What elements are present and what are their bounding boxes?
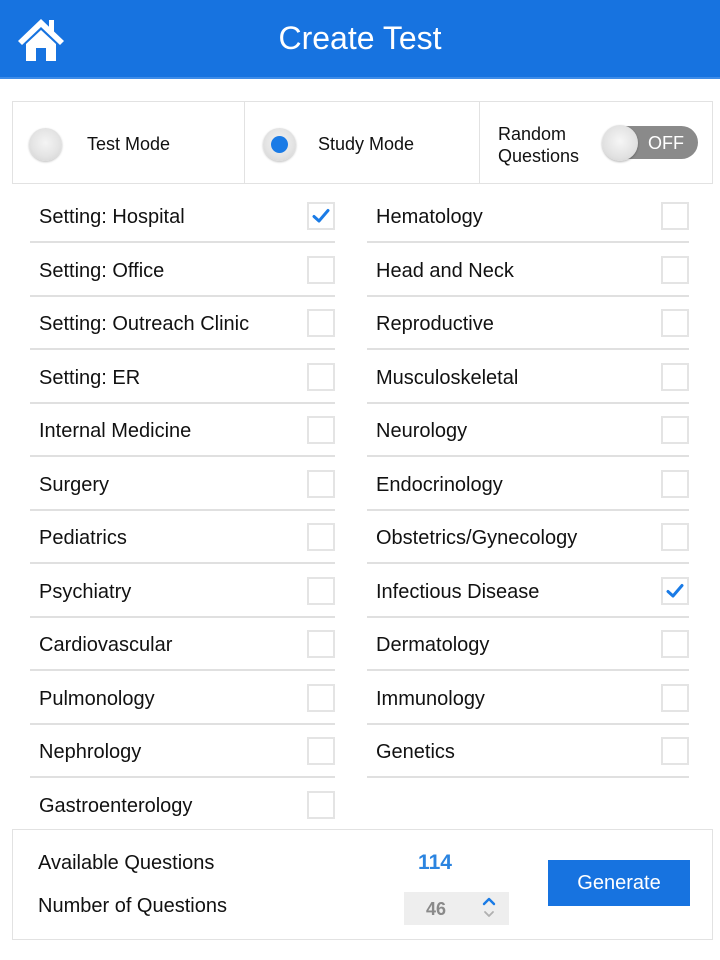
category-checkbox[interactable] <box>307 576 335 605</box>
category-checkbox[interactable] <box>661 523 689 551</box>
category-label: Neurology <box>376 420 468 442</box>
category-row[interactable]: Setting: Hospital <box>30 190 335 243</box>
category-row[interactable]: Head and Neck <box>367 244 689 297</box>
category-checkbox[interactable] <box>307 469 335 498</box>
category-label: Reproductive <box>376 313 494 335</box>
category-row[interactable]: Immunology <box>367 672 689 725</box>
category-row[interactable]: Infectious Disease <box>367 565 689 618</box>
random-label-line2: Questions <box>498 146 580 166</box>
category-label: Surgery <box>39 473 110 496</box>
study-mode-option[interactable]: Study Mode <box>245 102 480 183</box>
generate-button[interactable]: Generate <box>548 860 690 906</box>
category-checkbox[interactable] <box>307 523 335 551</box>
random-questions-option: Random Questions OFF <box>480 102 712 183</box>
category-row[interactable]: Endocrinology <box>367 458 689 511</box>
category-checkbox[interactable] <box>307 362 335 391</box>
category-label: Setting: Office <box>39 259 165 282</box>
category-label: Genetics <box>376 741 455 763</box>
category-checkbox[interactable] <box>661 683 689 712</box>
category-checkbox[interactable] <box>307 737 335 765</box>
category-label: Pulmonology <box>39 687 155 710</box>
category-label: Obstetrics/Gynecology <box>376 527 578 549</box>
category-checkbox[interactable] <box>307 309 335 337</box>
category-label: Endocrinology <box>376 473 503 496</box>
category-row[interactable]: Gastroenterology <box>30 779 335 832</box>
checkmark-icon <box>312 209 330 223</box>
stepper-arrows-icon[interactable] <box>480 895 498 921</box>
category-checkbox[interactable] <box>661 309 689 337</box>
test-mode-option[interactable]: Test Mode <box>13 102 245 183</box>
category-row[interactable]: Neurology <box>367 404 689 457</box>
category-label: Musculoskeletal <box>376 366 519 389</box>
category-checkbox[interactable] <box>307 255 335 284</box>
toggle-knob <box>602 125 638 161</box>
category-label: Dermatology <box>376 634 490 656</box>
category-checkbox[interactable] <box>307 202 335 230</box>
study-mode-radio[interactable] <box>263 128 296 161</box>
category-checkbox[interactable] <box>661 630 689 658</box>
category-row[interactable]: Reproductive <box>367 297 689 350</box>
available-questions-label: Available Questions <box>38 852 215 874</box>
category-label: Cardiovascular <box>39 634 173 656</box>
category-label: Setting: Hospital <box>39 206 185 228</box>
category-label: Head and Neck <box>376 259 514 282</box>
number-of-questions-stepper[interactable]: 46 <box>404 892 509 925</box>
category-checkbox[interactable] <box>661 362 689 391</box>
test-mode-label: Test Mode <box>87 134 171 154</box>
category-checkbox[interactable] <box>307 683 335 712</box>
study-mode-label: Study Mode <box>318 134 415 154</box>
category-label: Gastroenterology <box>39 794 193 817</box>
category-row[interactable]: Dermatology <box>367 618 689 671</box>
category-row[interactable]: Hematology <box>367 190 689 243</box>
number-of-questions-value[interactable]: 46 <box>404 899 468 920</box>
category-checkbox[interactable] <box>661 416 689 444</box>
category-row[interactable]: Pulmonology <box>30 672 335 725</box>
test-mode-radio[interactable] <box>29 128 62 161</box>
category-label: Setting: Outreach Clinic <box>39 313 250 335</box>
header-bar: Create Test <box>0 0 720 79</box>
page-title: Create Test <box>278 20 442 56</box>
category-label: Hematology <box>376 206 483 228</box>
category-row[interactable]: Setting: ER <box>30 351 335 404</box>
category-row[interactable]: Setting: Outreach Clinic <box>30 297 335 350</box>
radio-selected-dot <box>271 136 288 153</box>
category-checkbox[interactable] <box>661 737 689 765</box>
category-label: Infectious Disease <box>376 580 540 603</box>
category-checkbox[interactable] <box>661 576 689 605</box>
category-label: Psychiatry <box>39 580 132 603</box>
category-row[interactable]: Setting: Office <box>30 244 335 297</box>
category-checkbox[interactable] <box>661 469 689 498</box>
category-checkbox[interactable] <box>661 202 689 230</box>
category-checkbox[interactable] <box>307 630 335 658</box>
checkmark-icon <box>666 583 684 597</box>
category-row[interactable]: Obstetrics/Gynecology <box>367 511 689 564</box>
random-questions-label: Random Questions <box>498 123 579 167</box>
mode-selector: Test Mode Study Mode Random Questions OF… <box>12 101 713 184</box>
category-checkbox[interactable] <box>661 255 689 284</box>
category-row[interactable]: Psychiatry <box>30 565 335 618</box>
row-divider <box>367 776 689 778</box>
toggle-state-text: OFF <box>648 133 684 153</box>
category-row[interactable]: Surgery <box>30 458 335 511</box>
available-questions-count: 114 <box>418 851 452 874</box>
category-checkbox[interactable] <box>307 790 335 819</box>
summary-panel: Available Questions 114 Number of Questi… <box>12 829 713 940</box>
category-label: Setting: ER <box>39 366 141 389</box>
category-row[interactable]: Nephrology <box>30 725 335 778</box>
number-of-questions-label: Number of Questions <box>38 895 227 917</box>
category-label: Internal Medicine <box>39 420 192 442</box>
random-questions-toggle[interactable]: OFF <box>602 125 698 161</box>
category-row[interactable]: Genetics <box>367 725 689 778</box>
category-label: Nephrology <box>39 741 142 763</box>
category-label: Immunology <box>376 687 485 710</box>
category-row[interactable]: Cardiovascular <box>30 618 335 671</box>
category-row[interactable]: Pediatrics <box>30 511 335 564</box>
category-row[interactable]: Internal Medicine <box>30 404 335 457</box>
random-label-line1: Random <box>498 124 567 144</box>
category-label: Pediatrics <box>39 527 127 549</box>
category-row[interactable]: Musculoskeletal <box>367 351 689 404</box>
category-checkbox[interactable] <box>307 416 335 444</box>
